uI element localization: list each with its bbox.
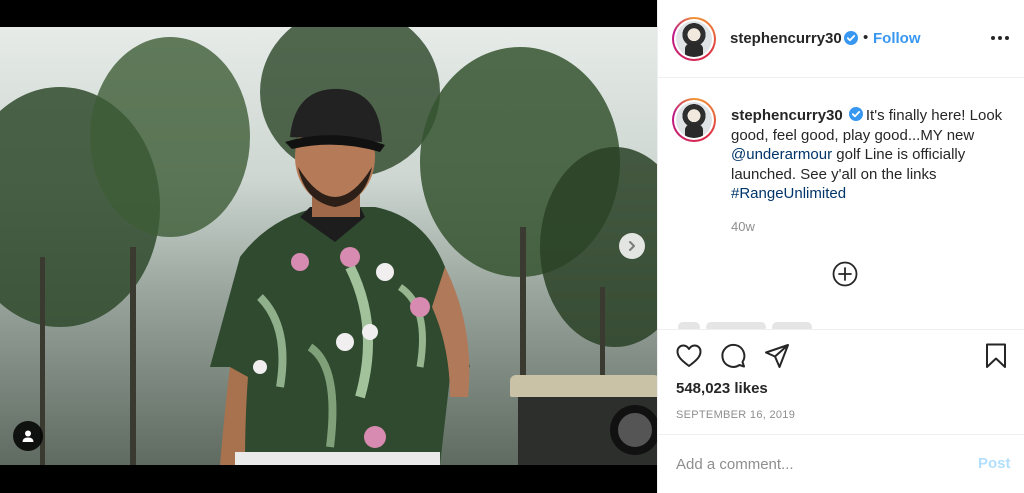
heart-icon[interactable] [675, 342, 703, 370]
header-separator-dot: • [863, 29, 869, 46]
post-header: stephencurry30 • Follow [658, 0, 1024, 78]
comment-bar: Post [658, 434, 1024, 493]
post-date[interactable]: September 16, 2019 [676, 409, 795, 421]
caption-text: stephencurry30 It's finally here! Look g… [731, 106, 1011, 204]
post-actions: 548,023 likes September 16, 2019 [658, 329, 1024, 434]
caption-avatar[interactable] [672, 98, 716, 142]
post-age[interactable]: 40w [731, 219, 755, 234]
caption-hashtag-link[interactable]: #RangeUnlimited [731, 185, 846, 202]
post-caption-area: stephencurry30 It's finally here! Look g… [658, 79, 1024, 329]
post-photo[interactable] [0, 27, 657, 465]
golf-cart [510, 375, 657, 465]
load-more-icon[interactable] [831, 260, 859, 288]
header-username[interactable]: stephencurry30 [730, 30, 842, 47]
verified-badge-icon [844, 31, 858, 45]
user-tags-button[interactable] [13, 421, 43, 451]
post-side-panel: stephencurry30 • Follow stephencurry30 I… [657, 0, 1024, 493]
comment-icon[interactable] [719, 342, 747, 370]
person-figure [200, 67, 490, 465]
follow-button[interactable]: Follow [873, 30, 921, 47]
likes-count[interactable]: 548,023 likes [676, 380, 768, 397]
post-comment-button[interactable]: Post [978, 455, 1011, 472]
partial-comment-preview [678, 319, 838, 329]
post-media [0, 0, 657, 493]
caption-username[interactable]: stephencurry30 [731, 107, 843, 124]
next-arrow-icon [629, 241, 635, 251]
bookmark-icon[interactable] [982, 342, 1010, 370]
caption-mention-link[interactable]: @underarmour [731, 146, 832, 163]
share-icon[interactable] [763, 342, 791, 370]
more-options-icon[interactable] [988, 28, 1012, 48]
verified-badge-icon [848, 107, 863, 121]
comment-input[interactable] [676, 453, 946, 475]
header-avatar[interactable] [672, 17, 716, 61]
user-tag-icon [22, 430, 34, 442]
next-photo-button[interactable] [619, 233, 645, 259]
instagram-post: stephencurry30 • Follow stephencurry30 I… [0, 0, 1024, 493]
